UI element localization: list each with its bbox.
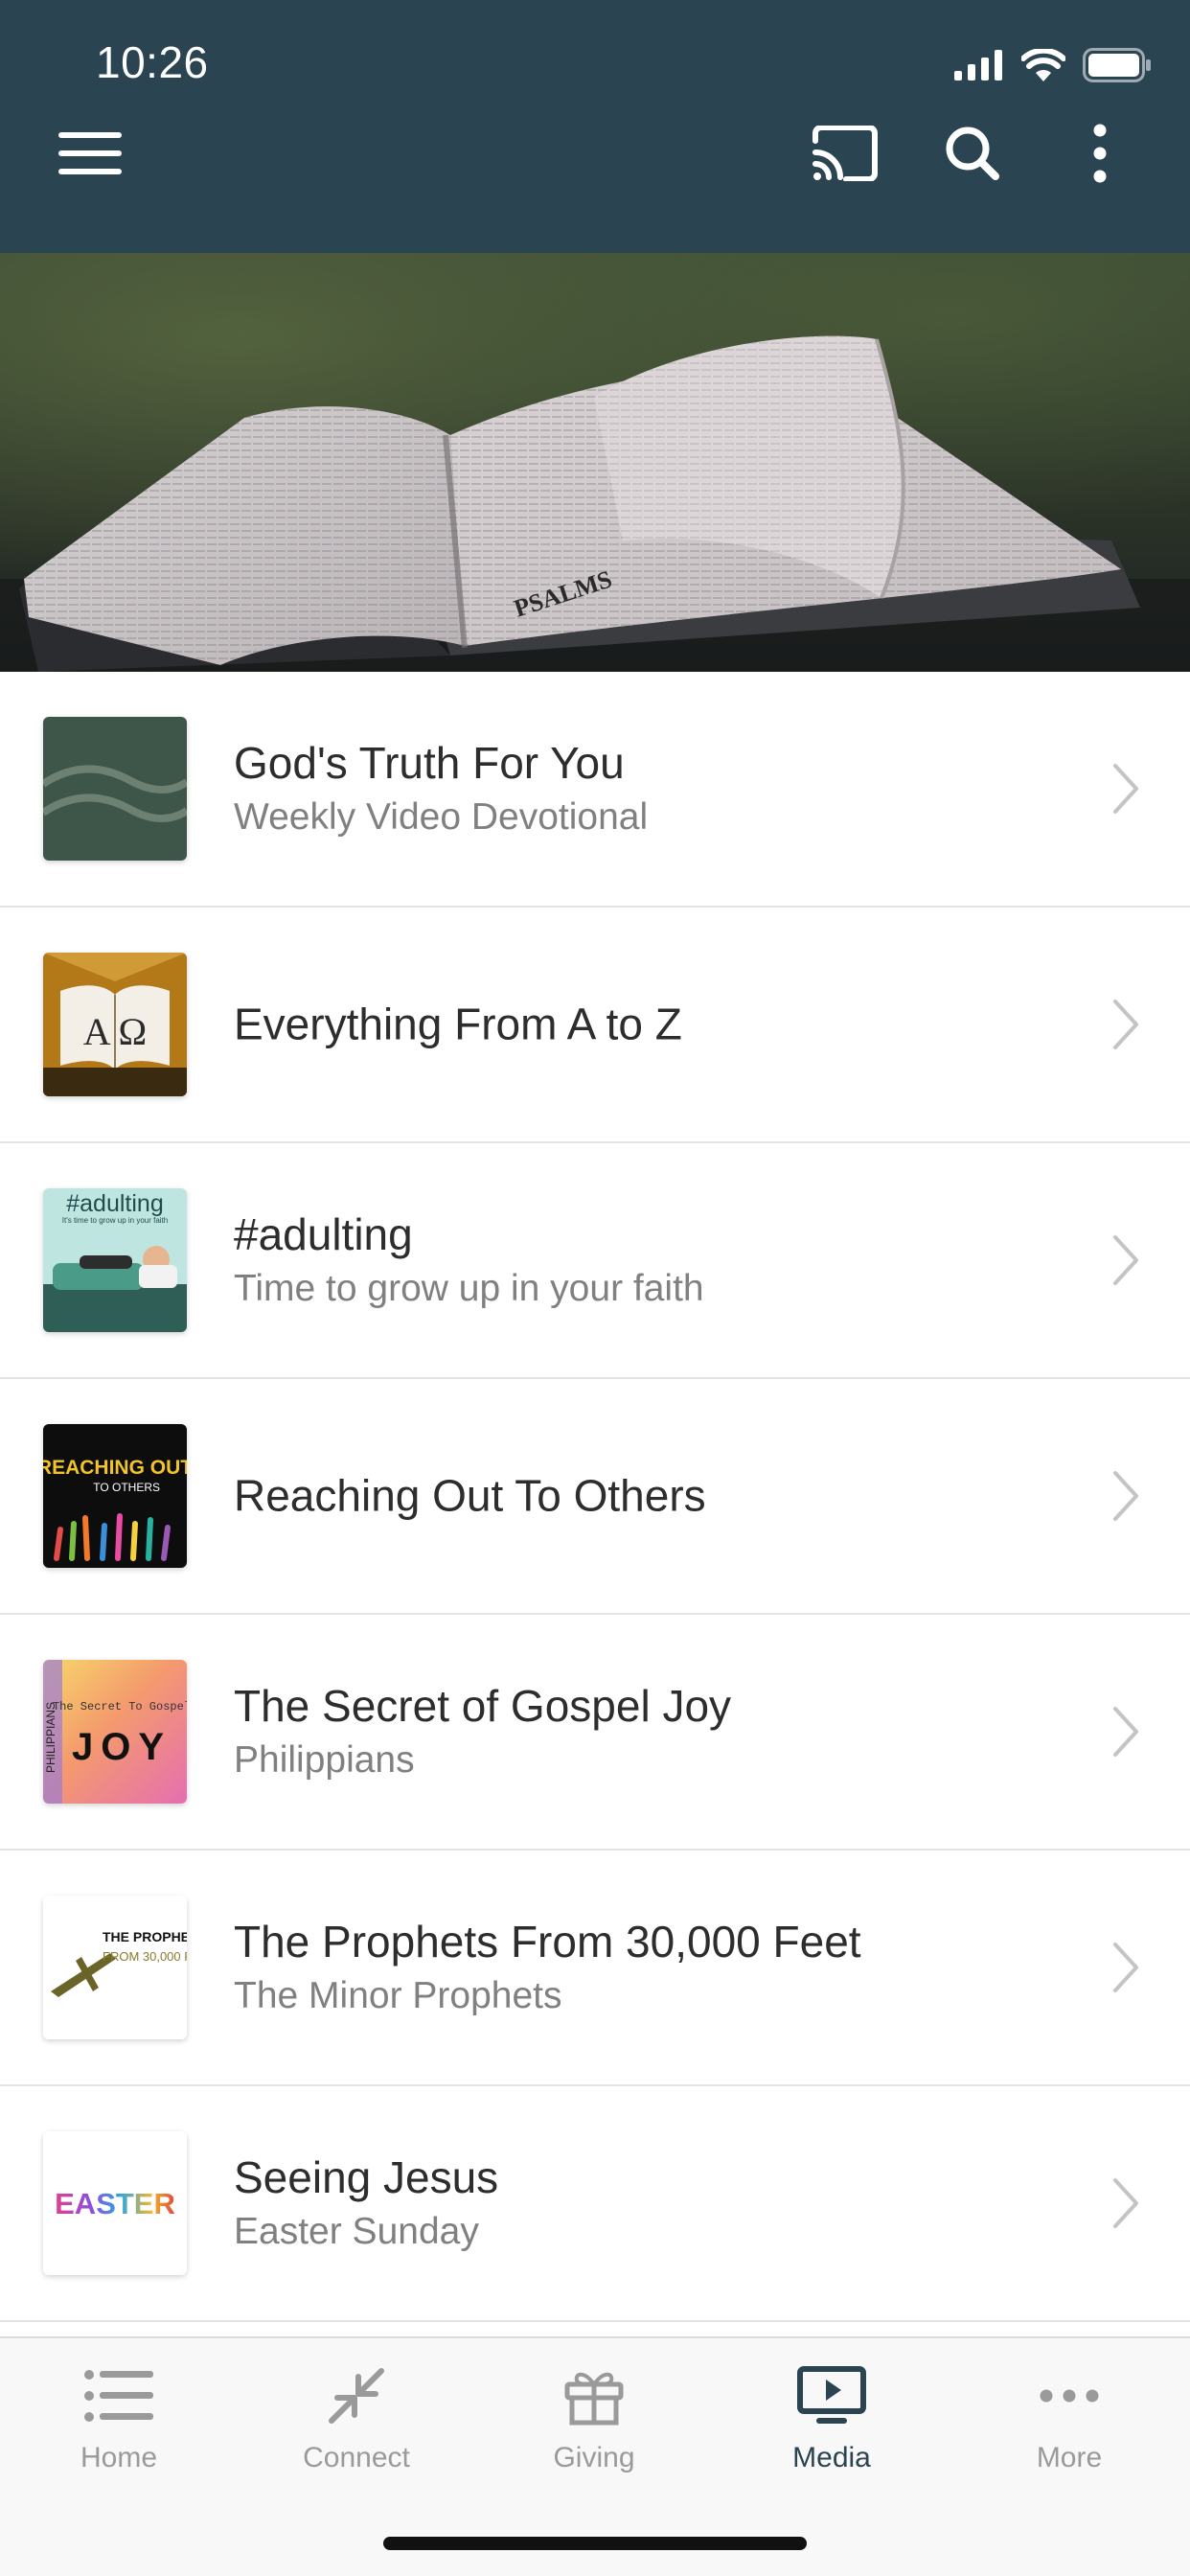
tab-label: Giving: [553, 2442, 635, 2473]
thumb-text: THE PROPHETS: [103, 1929, 187, 1944]
cast-icon[interactable]: [807, 115, 883, 192]
top-app-bar: 10:26: [0, 0, 1190, 253]
home-indicator[interactable]: [383, 2537, 807, 2550]
tab-giving[interactable]: Giving: [475, 2358, 713, 2501]
thumb-text: EASTER: [55, 2187, 175, 2220]
thumbnail-gods-truth: [43, 717, 187, 861]
thumb-text: JOY: [72, 1726, 172, 1768]
list-item[interactable]: THE PROPHETS FROM 30,000 FEET The Prophe…: [0, 1851, 1190, 2086]
more-vertical-icon[interactable]: [1062, 115, 1138, 192]
chevron-right-icon: [1113, 764, 1138, 814]
list-item[interactable]: PHILIPPIANS The Secret To Gospel JOY The…: [0, 1615, 1190, 1851]
list-item-title: God's Truth For You: [234, 737, 625, 788]
chevron-right-icon: [1113, 2178, 1138, 2228]
thumbnail-adulting: #adulting It's time to grow up in your f…: [43, 1188, 187, 1332]
tab-label: Media: [792, 2442, 871, 2473]
thumb-subtext: The Secret To Gospel: [53, 1700, 187, 1714]
list-item-subtitle: The Minor Prophets: [234, 1974, 562, 2016]
list-item-title: Seeing Jesus: [234, 2151, 499, 2202]
chevron-right-icon: [1113, 1471, 1138, 1521]
list-item[interactable]: #adulting It's time to grow up in your f…: [0, 1143, 1190, 1379]
list-item-title: #adulting: [234, 1208, 413, 1259]
search-icon[interactable]: [934, 115, 1011, 192]
thumbnail-easter: EASTER: [43, 2131, 187, 2275]
list-item-title: Reaching Out To Others: [234, 1470, 706, 1521]
media-list: God's Truth For You Weekly Video Devotio…: [0, 672, 1190, 2322]
chevron-right-icon: [1113, 1235, 1138, 1285]
tab-label: More: [1036, 2442, 1103, 2473]
list-item-title: Everything From A to Z: [234, 999, 682, 1049]
tab-connect[interactable]: Connect: [238, 2358, 475, 2501]
list-item[interactable]: Α Ω Everything From A to Z: [0, 908, 1190, 1143]
signal-icon: [954, 50, 1002, 80]
thumb-text: REACHING OUT: [43, 1457, 187, 1479]
chevron-right-icon: [1113, 1707, 1138, 1757]
chevron-right-icon: [1113, 1943, 1138, 1992]
list-item-subtitle: Weekly Video Devotional: [234, 795, 649, 838]
list-item-title: The Prophets From 30,000 Feet: [234, 1916, 861, 1966]
tab-media[interactable]: Media: [713, 2358, 950, 2501]
thumbnail-prophets: THE PROPHETS FROM 30,000 FEET: [43, 1896, 187, 2039]
chevron-right-icon: [1113, 1000, 1138, 1049]
thumb-subtext: TO OTHERS: [93, 1481, 160, 1494]
tab-label: Home: [80, 2442, 158, 2473]
thumbnail-gospel-joy: PHILIPPIANS The Secret To Gospel JOY: [43, 1660, 187, 1804]
status-time: 10:26: [96, 37, 209, 87]
media-play-icon: [793, 2358, 870, 2434]
connect-arrows-icon: [318, 2358, 395, 2434]
battery-icon: [1083, 48, 1151, 82]
thumb-subtext: FROM 30,000 FEET: [103, 1949, 187, 1964]
status-icons: [954, 46, 1152, 84]
list-item[interactable]: God's Truth For You Weekly Video Devotio…: [0, 672, 1190, 908]
hamburger-icon[interactable]: [52, 115, 128, 192]
tab-label: Connect: [303, 2442, 410, 2473]
thumb-text: #adulting: [66, 1190, 163, 1217]
tab-more[interactable]: More: [950, 2358, 1188, 2501]
list-item-title: The Secret of Gospel Joy: [234, 1680, 732, 1731]
thumb-text: Α Ω: [83, 1010, 147, 1053]
list-item-subtitle: Philippians: [234, 1738, 415, 1781]
tab-home[interactable]: Home: [0, 2358, 238, 2501]
hero-image: PSALMS: [0, 253, 1190, 672]
wifi-icon: [1021, 49, 1065, 81]
thumbnail-a-to-z: Α Ω: [43, 953, 187, 1096]
more-horizontal-icon: [1031, 2358, 1108, 2434]
thumb-subtext: It's time to grow up in your faith: [62, 1216, 168, 1225]
list-item-subtitle: Time to grow up in your faith: [234, 1267, 704, 1309]
gift-icon: [556, 2358, 632, 2434]
thumbnail-reaching-out: REACHING OUT TO OTHERS: [43, 1424, 187, 1568]
list-icon: [80, 2358, 157, 2434]
list-item-subtitle: Easter Sunday: [234, 2210, 479, 2252]
list-item[interactable]: REACHING OUT TO OTHERS Reaching Out To O…: [0, 1379, 1190, 1615]
list-item[interactable]: EASTER Seeing Jesus Easter Sunday: [0, 2086, 1190, 2322]
